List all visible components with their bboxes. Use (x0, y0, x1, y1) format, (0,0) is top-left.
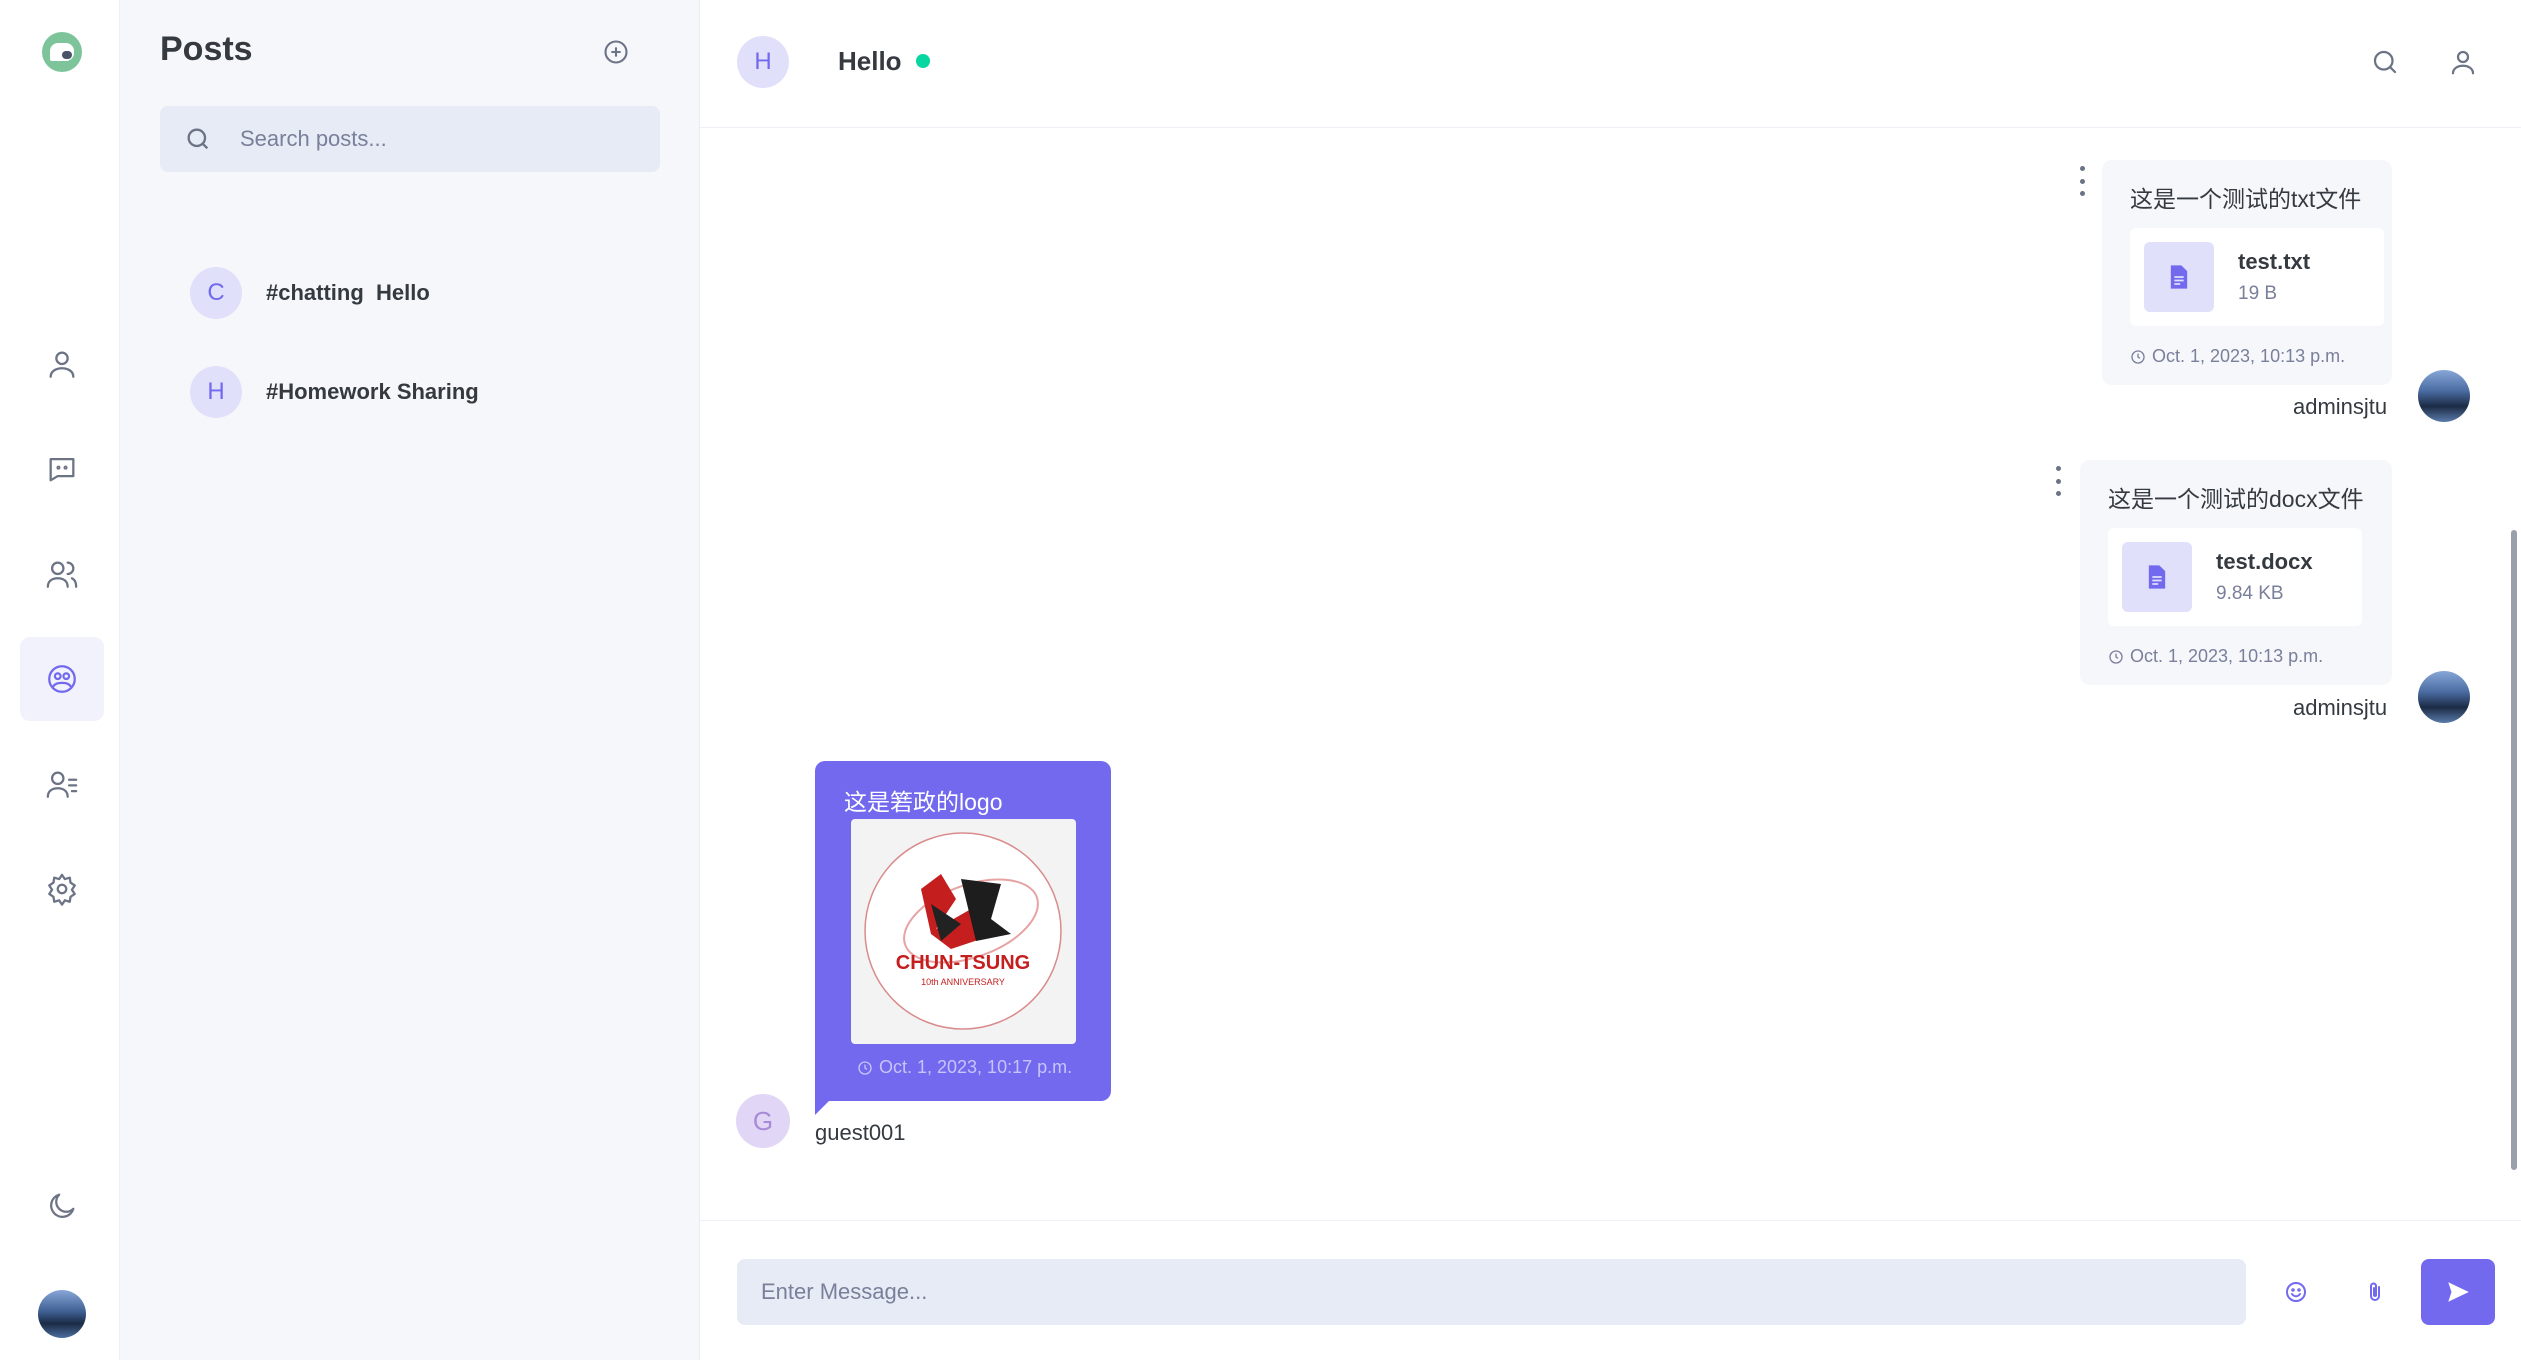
profile-icon (49, 351, 75, 378)
message-time: Oct. 1, 2023, 10:13 p.m. (2108, 646, 2364, 667)
file-icon (2122, 542, 2192, 612)
posts-sidebar: Posts C #chatting Hello H #Homework Shar… (120, 0, 700, 1360)
paperclip-icon (2370, 1282, 2380, 1301)
file-attachment[interactable]: test.txt 19 B (2130, 228, 2384, 326)
settings-icon (48, 873, 76, 906)
post-item-chatting-hello[interactable]: C #chatting Hello (160, 258, 660, 328)
message-bubble: 这是一个测试的docx文件 test.docx 9.84 KB Oct. 1, … (2080, 460, 2392, 685)
post-name: #Homework Sharing (266, 379, 479, 404)
send-button[interactable] (2421, 1259, 2495, 1325)
icon-rail (0, 0, 120, 1360)
file-name: test.docx (2216, 549, 2313, 574)
search-icon (2373, 50, 2397, 74)
chats-nav-button[interactable] (20, 427, 104, 511)
user-icon (2451, 50, 2475, 75)
contacts-icon (46, 771, 78, 798)
file-size: 9.84 KB (2216, 583, 2284, 604)
file-name: test.txt (2238, 249, 2311, 274)
scrollbar-thumb[interactable] (2511, 530, 2517, 1170)
online-status-dot (916, 54, 930, 68)
chat-title: Hello (838, 46, 902, 76)
clock-icon (2109, 649, 2123, 664)
add-post-button[interactable] (600, 36, 632, 68)
image-attachment[interactable]: CHUN-TSUNG 10th ANNIVERSARY (851, 819, 1076, 1044)
message-composer (700, 1220, 2521, 1360)
dark-mode-toggle[interactable] (20, 1164, 104, 1248)
search-input[interactable] (240, 106, 640, 172)
message-sender: guest001 (815, 1120, 906, 1145)
clock-icon (2131, 349, 2145, 364)
logo-image: CHUN-TSUNG 10th ANNIVERSARY (864, 832, 1062, 1030)
message-text: 这是箬政的logo (844, 789, 1003, 815)
clock-icon (858, 1060, 872, 1075)
search-box (160, 106, 660, 172)
post-avatar: H (190, 366, 242, 418)
attach-button[interactable] (2360, 1277, 2390, 1307)
svg-text:10th ANNIVERSARY: 10th ANNIVERSARY (921, 977, 1005, 987)
message-text: 这是一个测试的txt文件 (2130, 186, 2362, 212)
search-messages-button[interactable] (2367, 44, 2403, 80)
profile-button[interactable] (2445, 44, 2481, 80)
post-item-homework-sharing[interactable]: H #Homework Sharing (160, 357, 660, 427)
settings-nav-button[interactable] (20, 847, 104, 931)
chat-icon (49, 457, 75, 482)
file-attachment[interactable]: test.docx 9.84 KB (2108, 528, 2362, 626)
message-input[interactable] (737, 1259, 2246, 1325)
chat-panel: H Hello 这是一个测试的txt文件 test.txt 19 B Oct. … (700, 0, 2521, 1360)
search-icon (187, 128, 209, 150)
sender-avatar[interactable]: G (736, 1094, 790, 1148)
groups-icon (46, 561, 78, 588)
groups-nav-button[interactable] (20, 532, 104, 616)
emoji-button[interactable] (2281, 1277, 2311, 1307)
sender-avatar[interactable] (2418, 370, 2470, 422)
message-text: 这是一个测试的docx文件 (2108, 486, 2364, 512)
file-icon (2144, 242, 2214, 312)
user-avatar[interactable] (38, 1290, 86, 1338)
bubble-tail (815, 1101, 829, 1115)
posts-icon (48, 665, 76, 693)
profile-nav-button[interactable] (20, 322, 104, 406)
svg-text:CHUN-TSUNG: CHUN-TSUNG (896, 952, 1030, 974)
message-sender: adminsjtu (2293, 394, 2388, 419)
chat-avatar: H (737, 36, 789, 88)
posts-nav-button[interactable] (20, 637, 104, 721)
chat-scrollbar[interactable] (2510, 140, 2518, 1200)
send-icon (2448, 1282, 2469, 1302)
post-avatar: C (190, 267, 242, 319)
chat-header: H Hello (700, 0, 2521, 128)
message-time: Oct. 1, 2023, 10:17 p.m. (857, 1057, 1072, 1078)
contacts-nav-button[interactable] (20, 742, 104, 826)
sender-avatar[interactable] (2418, 671, 2470, 723)
plus-circle-icon (604, 40, 628, 64)
message-options-button[interactable] (2076, 166, 2088, 196)
message-bubble-incoming: 这是箬政的logo CHUN-TSUNG 10th ANNIVERSARY Oc… (815, 761, 1111, 1115)
sidebar-title: Posts (160, 30, 253, 68)
message-time: Oct. 1, 2023, 10:13 p.m. (2130, 346, 2364, 367)
file-size: 19 B (2238, 283, 2278, 304)
message-bubble: 这是一个测试的txt文件 test.txt 19 B Oct. 1, 2023,… (2102, 160, 2392, 385)
app-logo[interactable] (42, 32, 82, 72)
message-sender: adminsjtu (2293, 695, 2388, 720)
moon-icon (50, 1193, 75, 1218)
emoji-icon (2286, 1282, 2306, 1302)
post-name: #chatting Hello (266, 280, 430, 305)
message-options-button[interactable] (2052, 466, 2064, 496)
